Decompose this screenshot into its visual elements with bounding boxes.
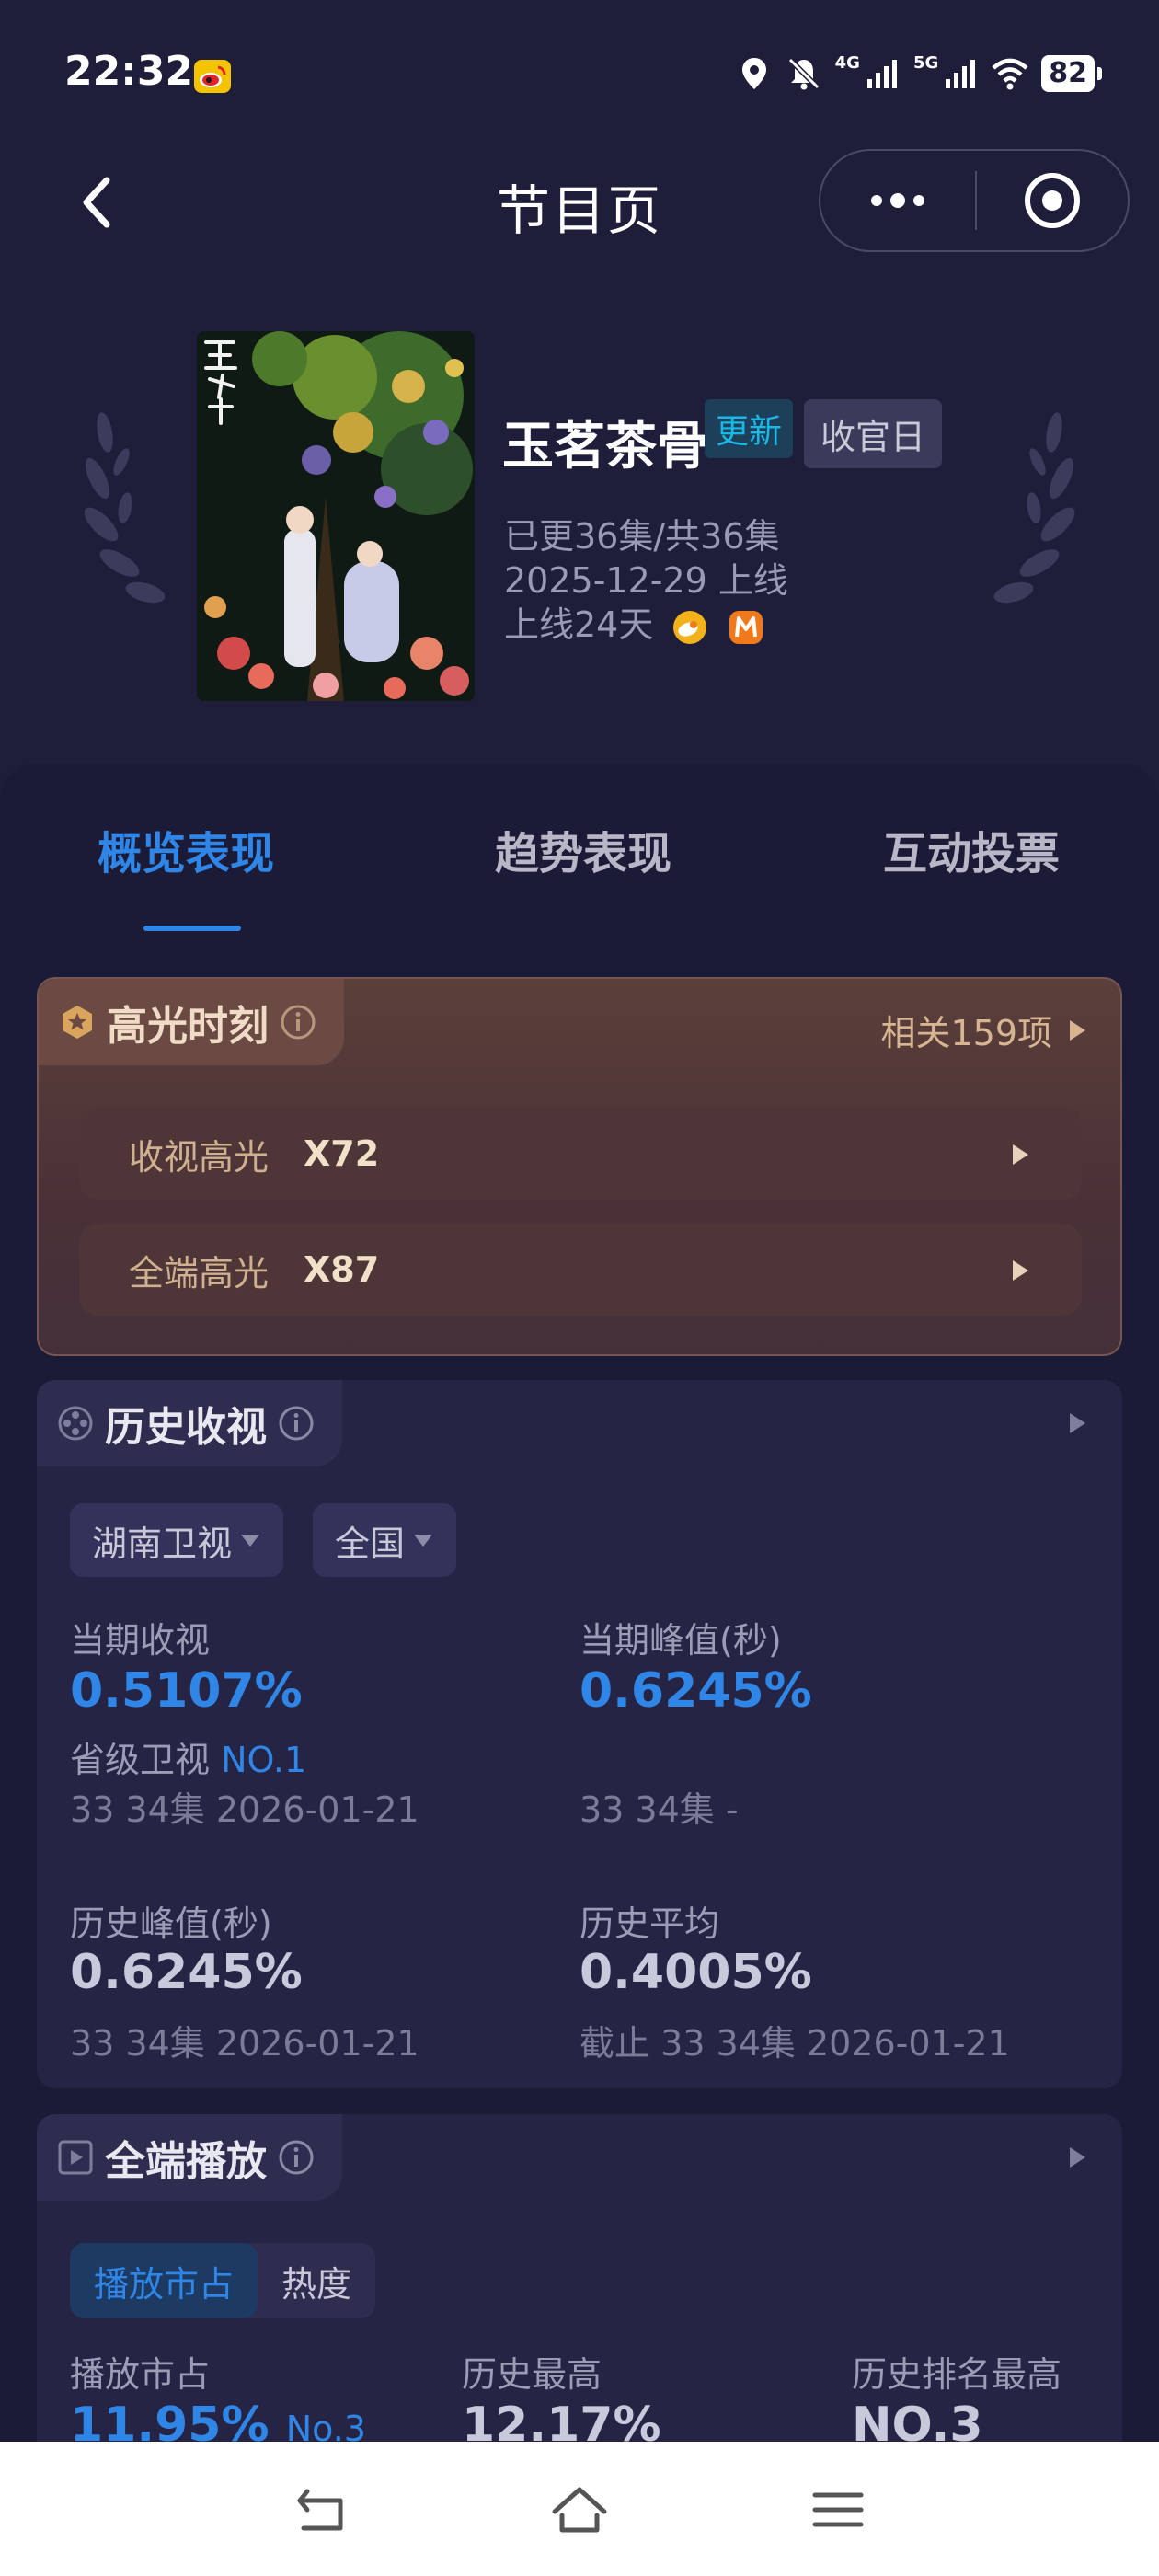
highlight-row-value: X72 xyxy=(304,1133,380,1174)
history-avg-sub: 截止 33 34集 2026-01-21 xyxy=(580,2023,1010,2064)
battery-icon: 82 xyxy=(1041,55,1102,92)
region-dropdown-value: 全国 xyxy=(335,1523,406,1564)
status-icons: 4G 5G 82 xyxy=(736,52,1102,96)
playback-segment-control: 播放市占 热度 xyxy=(70,2243,376,2318)
tab-vote[interactable]: 互动投票 xyxy=(883,817,1060,881)
ratings-title: 历史收视 xyxy=(105,1404,267,1451)
play-box-icon xyxy=(58,2140,93,2175)
ratings-card: 历史收视 湖南卫视 全国 当期收视 0.5107% 省级卫视 NO.1 33 3… xyxy=(37,1380,1122,2088)
weibo-icon xyxy=(194,60,231,93)
highlight-card: 高光时刻 相关159项 收视高光 X72 全端高光 X87 xyxy=(37,977,1122,1356)
show-title: 玉茗茶骨 xyxy=(502,417,708,477)
laurel-left-icon xyxy=(84,412,166,604)
mini-program-capsule xyxy=(819,149,1130,252)
segment-heat[interactable]: 热度 xyxy=(258,2243,375,2318)
highlight-more-label: 相关159项 xyxy=(880,1013,1052,1053)
highlight-row-label: 全端高光 xyxy=(129,1252,270,1294)
playback-title: 全端播放 xyxy=(105,2138,267,2185)
history-peak-label: 历史峰值(秒) xyxy=(70,1903,272,1944)
show-poster[interactable] xyxy=(197,331,475,701)
playback-card: 全端播放 播放市占 热度 播放市占 11.95% No.3 历史最高 12.17… xyxy=(37,2114,1122,2482)
back-gesture-icon[interactable] xyxy=(293,2484,353,2536)
home-icon[interactable] xyxy=(549,2484,610,2536)
region-dropdown[interactable]: 全国 xyxy=(313,1503,457,1577)
current-rating-value: 0.5107% xyxy=(70,1663,303,1719)
market-share-label: 播放市占 xyxy=(70,2354,211,2395)
current-rating-rank: 省级卫视 NO.1 xyxy=(70,1731,306,1782)
play-arrow-icon[interactable] xyxy=(1067,1411,1087,1435)
nav-bar: 节目页 xyxy=(0,147,1159,258)
highlight-row-label: 收视高光 xyxy=(129,1136,270,1178)
highlight-header: 高光时刻 xyxy=(39,979,344,1065)
current-peak-label: 当期峰值(秒) xyxy=(580,1620,782,1661)
close-target-icon xyxy=(1025,173,1080,228)
channel-dropdown[interactable]: 湖南卫视 xyxy=(70,1503,284,1577)
highlight-more-link[interactable]: 相关159项 xyxy=(880,1005,1087,1055)
episode-count: 已更36集/共36集 xyxy=(504,516,780,557)
caret-down-icon xyxy=(241,1535,260,1547)
update-badge: 更新 xyxy=(705,399,794,458)
play-arrow-icon[interactable] xyxy=(1067,2145,1087,2169)
signal-icon xyxy=(866,60,897,88)
mango-tv-icon xyxy=(673,610,707,644)
ratings-header: 历史收视 xyxy=(37,1380,342,1466)
history-peak-sub: 33 34集 2026-01-21 xyxy=(70,2023,419,2064)
info-icon[interactable] xyxy=(278,1405,315,1442)
highlight-row-value: X87 xyxy=(304,1249,380,1290)
laurel-right-icon xyxy=(993,412,1075,604)
playback-header: 全端播放 xyxy=(37,2114,342,2201)
days-online: 上线24天 xyxy=(504,604,654,645)
system-nav-bar xyxy=(0,2442,1159,2576)
highlight-title: 高光时刻 xyxy=(107,1003,269,1050)
status-time: 22:32 xyxy=(64,48,194,95)
network-5g-label: 5G xyxy=(912,52,939,73)
star-badge-icon xyxy=(63,1006,92,1039)
info-icon[interactable] xyxy=(280,1004,316,1041)
wifi-icon xyxy=(992,58,1028,90)
history-high-label: 历史最高 xyxy=(462,2354,602,2395)
history-avg-value: 0.4005% xyxy=(580,1945,812,2000)
current-peak-value: 0.6245% xyxy=(580,1663,812,1719)
menu-icon[interactable] xyxy=(808,2484,868,2536)
days-online-row: 上线24天 xyxy=(504,596,764,647)
highlight-row-all-platform[interactable]: 全端高光 X87 xyxy=(79,1224,1082,1316)
play-arrow-icon xyxy=(1013,1260,1028,1281)
caret-down-icon xyxy=(414,1535,433,1547)
status-bar: 22:32 4G 5G 82 xyxy=(0,0,1159,147)
tab-bar: 概览表现 趋势表现 互动投票 xyxy=(0,791,1159,938)
more-icon xyxy=(871,193,924,208)
tab-overview[interactable]: 概览表现 xyxy=(98,817,274,881)
channel-dropdown-value: 湖南卫视 xyxy=(92,1523,233,1564)
location-icon xyxy=(741,58,766,89)
play-arrow-icon xyxy=(1013,1144,1028,1165)
history-peak-value: 0.6245% xyxy=(70,1945,303,2000)
current-rating-label: 当期收视 xyxy=(70,1620,211,1661)
film-reel-icon xyxy=(58,1406,93,1441)
tab-indicator xyxy=(143,926,241,931)
more-button[interactable] xyxy=(820,151,975,250)
hunan-tv-icon xyxy=(729,610,763,644)
play-arrow-icon xyxy=(1070,1019,1085,1041)
network-4g-label: 4G xyxy=(834,52,860,73)
signal-icon xyxy=(946,60,976,88)
close-button[interactable] xyxy=(977,151,1128,250)
release-date: 2025-12-29 上线 xyxy=(504,560,788,601)
tab-trend[interactable]: 趋势表现 xyxy=(495,817,671,881)
highlight-row-ratings[interactable]: 收视高光 X72 xyxy=(79,1108,1082,1200)
history-rank-high-label: 历史排名最高 xyxy=(852,2354,1062,2395)
finale-badge: 收官日 xyxy=(804,399,943,468)
rank-value: NO.1 xyxy=(221,1740,307,1780)
current-peak-sub: 33 34集 - xyxy=(580,1789,739,1830)
history-avg-label: 历史平均 xyxy=(580,1903,720,1944)
mute-bell-icon xyxy=(787,57,820,90)
current-rating-sub: 33 34集 2026-01-21 xyxy=(70,1789,419,1830)
rank-prefix: 省级卫视 xyxy=(70,1740,211,1780)
info-icon[interactable] xyxy=(278,2139,315,2176)
segment-market-share[interactable]: 播放市占 xyxy=(70,2243,258,2318)
